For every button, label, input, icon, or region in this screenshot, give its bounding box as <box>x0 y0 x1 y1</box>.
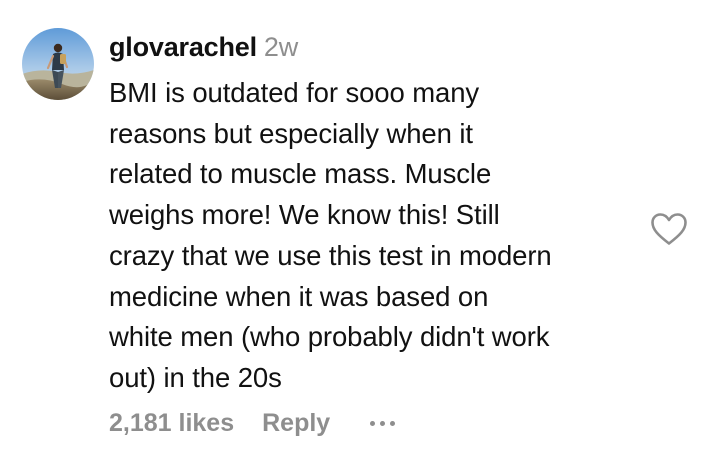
reply-button[interactable]: Reply <box>262 409 330 438</box>
comment-header: glovarachel 2w <box>109 30 298 64</box>
comment-text-line: reasons but especially when it <box>109 117 473 149</box>
comment-text-line: BMI is outdated for sooo many <box>109 77 480 108</box>
comment-text-line: crazy that we use this test in modern <box>109 239 552 271</box>
more-options-button[interactable] <box>370 413 396 433</box>
comment-text-line: related to muscle mass. Muscle <box>109 158 492 190</box>
more-horizontal-icon <box>380 420 386 426</box>
comment-text-line: weighs more! We know this! Still <box>109 199 500 231</box>
comment-item: glovarachel 2w BMI is outdated for sooo m… <box>0 0 709 468</box>
more-horizontal-icon <box>390 420 396 426</box>
like-button[interactable] <box>650 212 688 246</box>
heart-outline-icon <box>651 213 687 245</box>
comment-text-line: white men (who probably didn't work <box>109 321 550 353</box>
comment-timestamp[interactable]: 2w <box>264 32 298 62</box>
comment-text-line: out) in the 20s <box>109 361 282 393</box>
more-horizontal-icon <box>370 420 376 426</box>
likes-count[interactable]: 2,181 likes <box>109 409 234 438</box>
comment-text: BMI is outdated for sooo many reasons bu… <box>109 73 649 399</box>
avatar-photo-icon <box>22 28 94 100</box>
username-link[interactable]: glovarachel <box>109 32 257 62</box>
comment-footer: 2,181 likes Reply <box>109 405 396 441</box>
avatar[interactable] <box>22 28 94 100</box>
comment-text-line: medicine when it was based on <box>109 280 489 312</box>
